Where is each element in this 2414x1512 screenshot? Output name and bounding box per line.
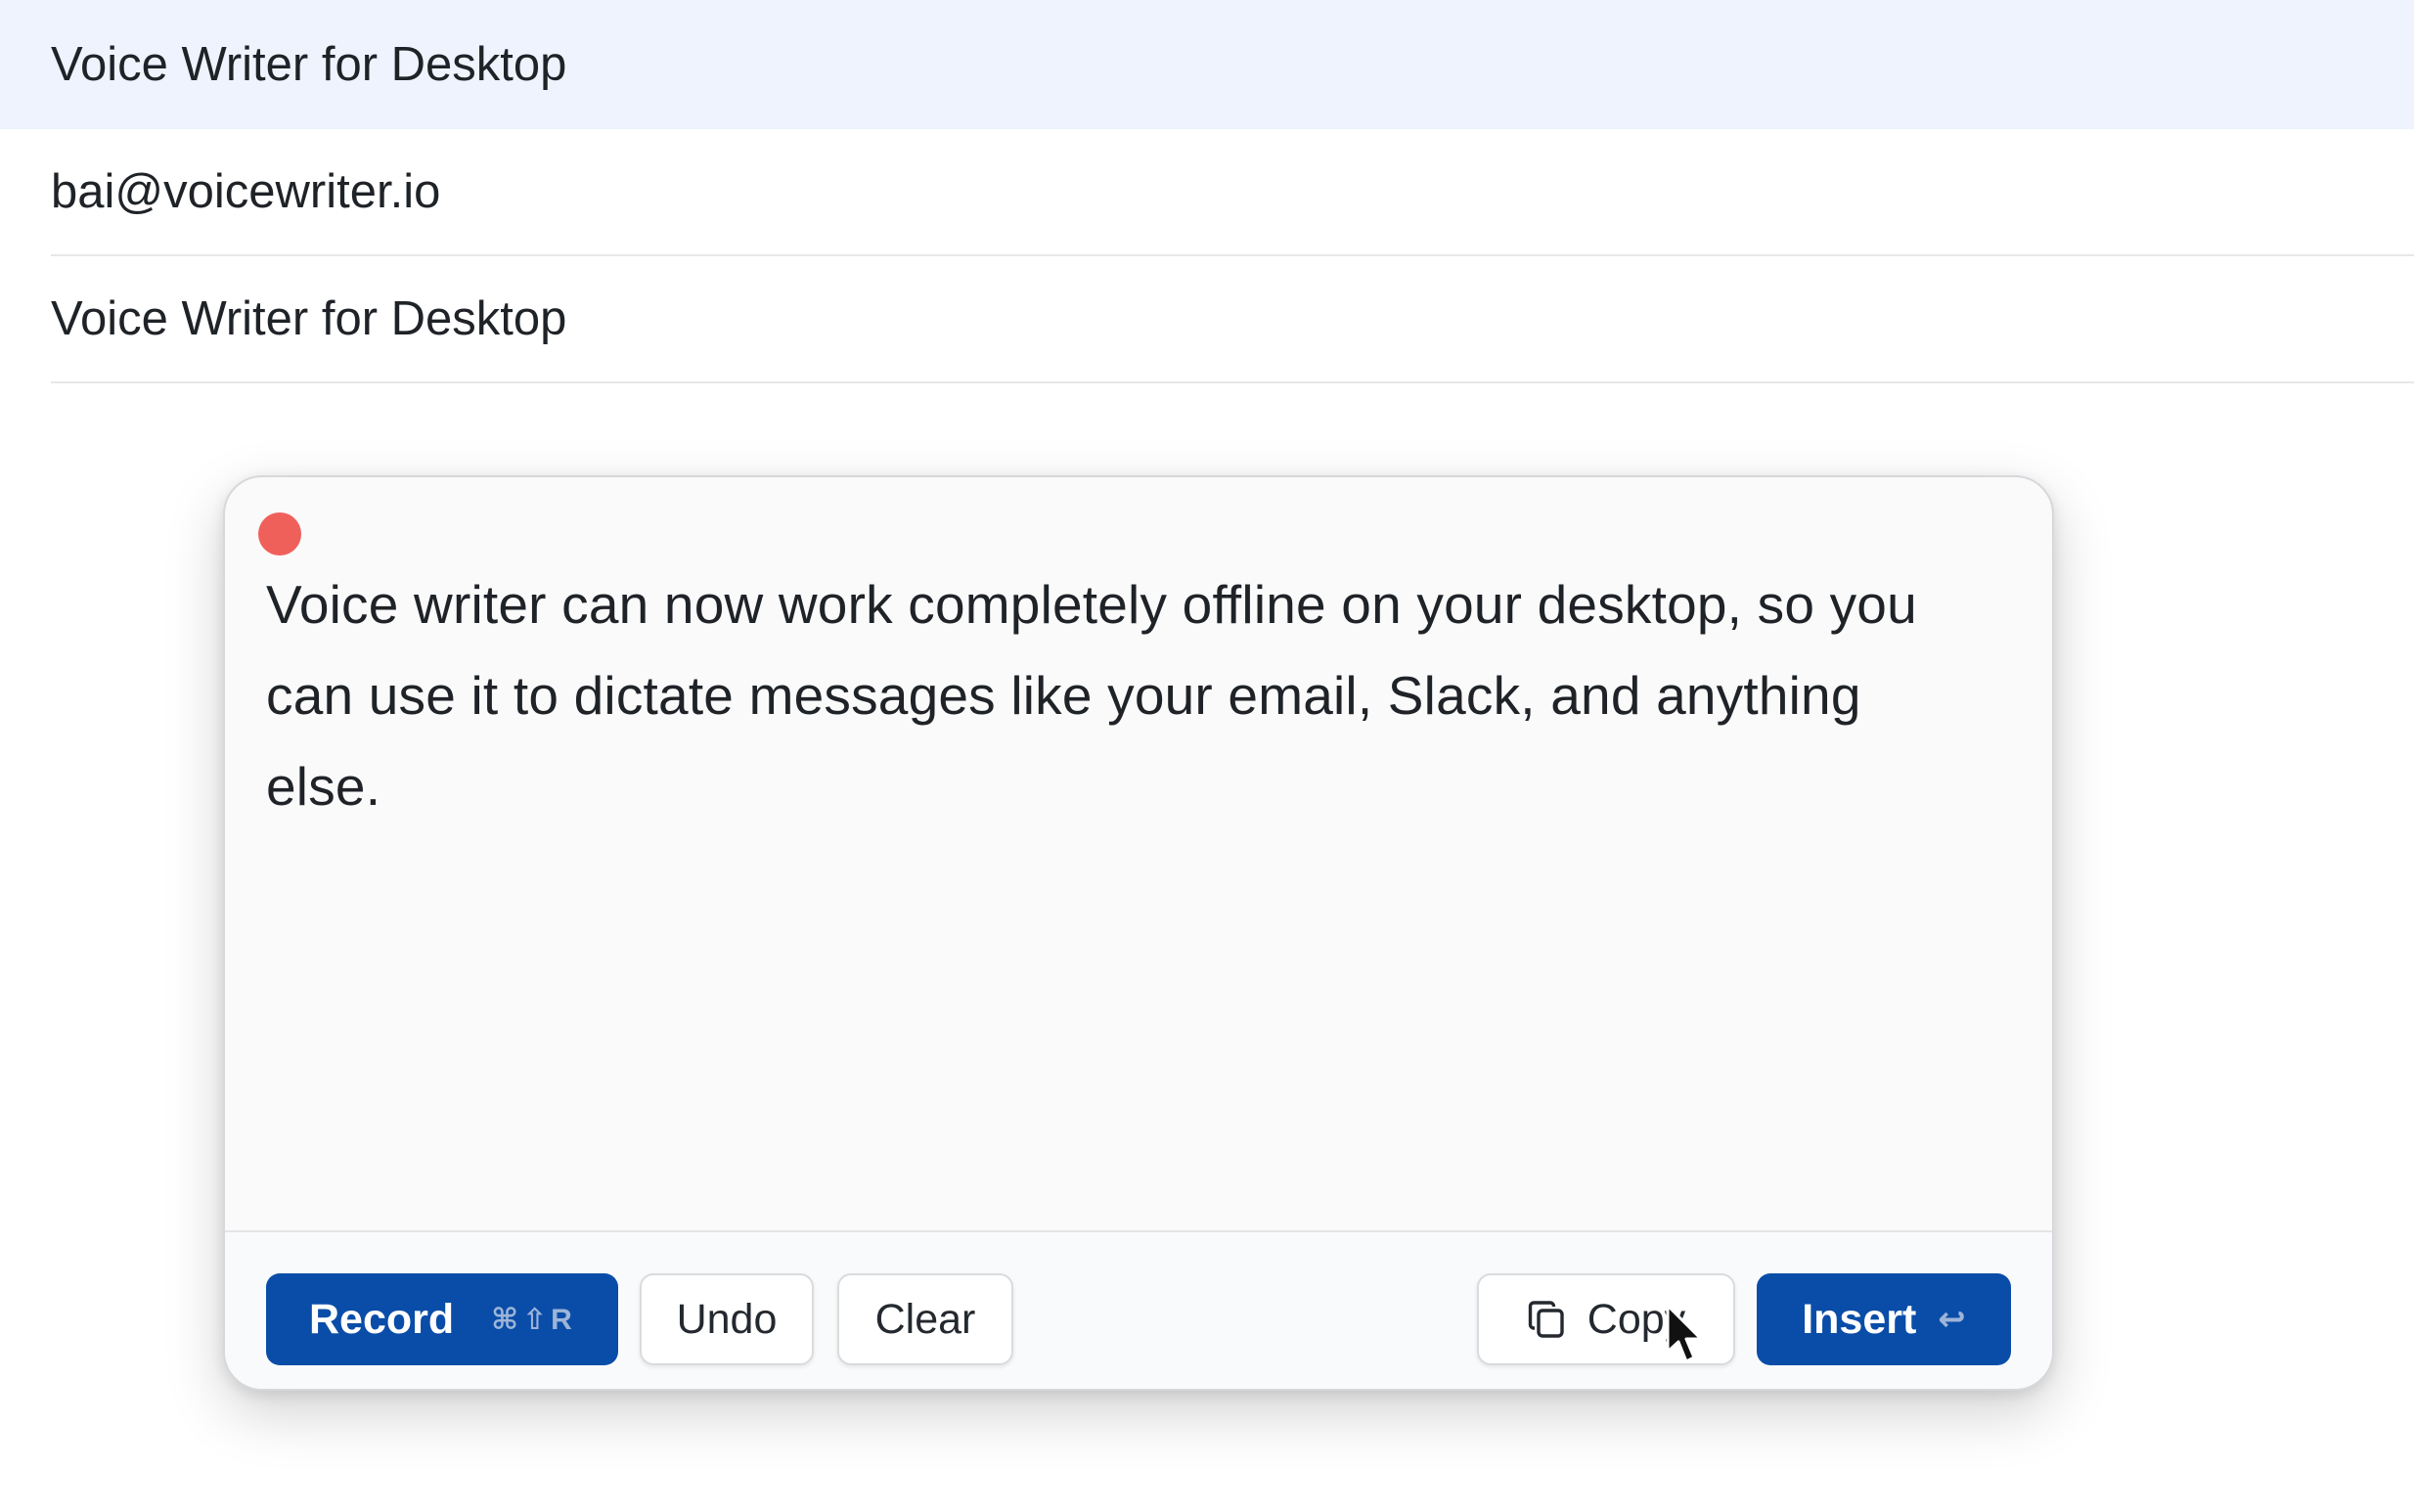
enter-icon: ↩ (1938, 1301, 1966, 1338)
record-button[interactable]: Record ⌘⇧R (266, 1273, 618, 1365)
insert-button[interactable]: Insert ↩ (1757, 1273, 2011, 1365)
undo-button[interactable]: Undo (640, 1273, 814, 1365)
copy-label: Copy (1587, 1295, 1686, 1343)
copy-button[interactable]: Copy (1477, 1273, 1735, 1365)
voice-writer-popup: Voice writer can now work completely off… (223, 475, 2054, 1391)
email-title-text: Voice Writer for Desktop (51, 292, 567, 345)
clear-button[interactable]: Clear (837, 1273, 1013, 1365)
popup-toolbar: Record ⌘⇧R Undo Clear Copy Insert ↩ (225, 1230, 2052, 1389)
clear-label: Clear (874, 1295, 976, 1343)
undo-label: Undo (676, 1295, 778, 1343)
recording-indicator-icon (258, 512, 301, 556)
record-shortcut-hint: ⌘⇧R (491, 1303, 576, 1336)
email-recipient-row[interactable]: bai@voicewriter.io (0, 129, 2414, 254)
copy-icon (1527, 1299, 1566, 1340)
email-title-row[interactable]: Voice Writer for Desktop (0, 256, 2414, 381)
email-subject-row[interactable]: Voice Writer for Desktop (0, 0, 2414, 129)
transcript-text[interactable]: Voice writer can now work completely off… (266, 559, 1988, 832)
email-recipient-text: bai@voicewriter.io (51, 165, 441, 218)
insert-label: Insert (1802, 1295, 1917, 1343)
record-label: Record (309, 1295, 455, 1343)
row-divider (51, 381, 2414, 383)
email-subject-text: Voice Writer for Desktop (51, 38, 567, 91)
